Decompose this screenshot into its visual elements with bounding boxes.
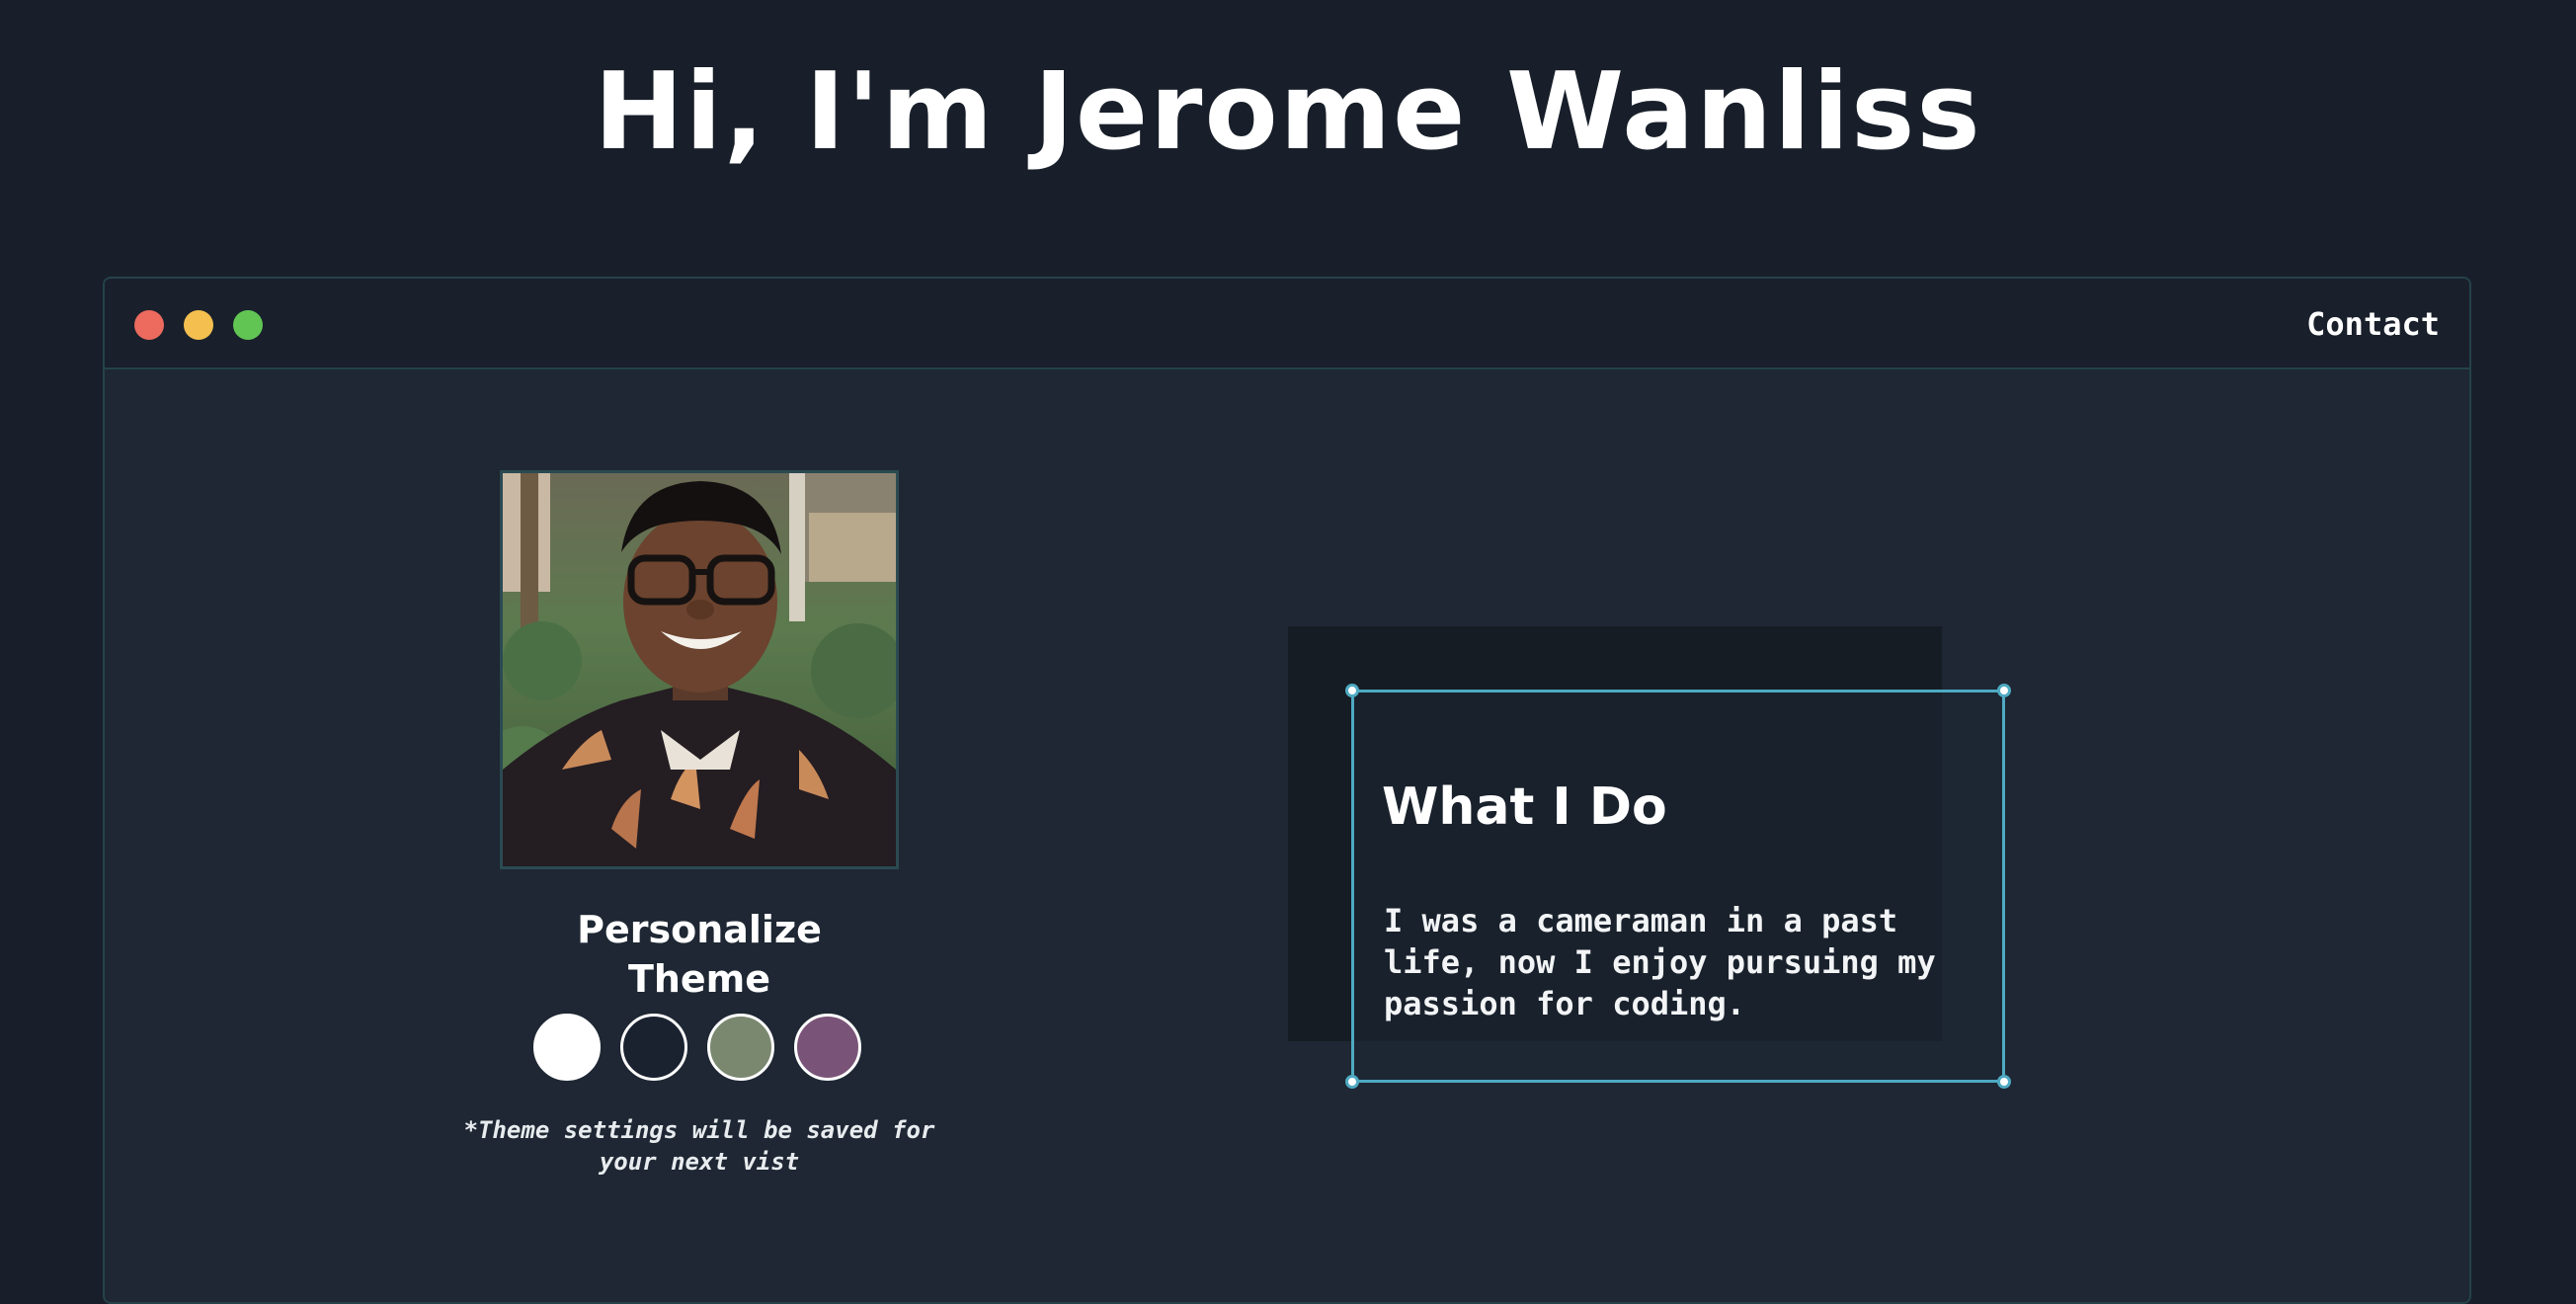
resize-handle-bottom-right[interactable]: [1997, 1075, 2011, 1089]
theme-save-note: *Theme settings will be saved for your n…: [463, 1116, 935, 1176]
contact-link[interactable]: Contact: [2306, 304, 2440, 344]
browser-window: Contact Personalize Theme *Theme setting…: [103, 277, 2471, 1304]
theme-swatch-dark[interactable]: [620, 1014, 687, 1081]
what-i-do-title: What I Do: [1382, 777, 1667, 837]
window-titlebar: Contact: [105, 279, 2469, 369]
close-window-icon[interactable]: [134, 310, 164, 340]
profile-photo: [500, 470, 899, 869]
what-i-do-body: I was a cameraman in a past life, now I …: [1384, 902, 1936, 1022]
resize-handle-bottom-left[interactable]: [1345, 1075, 1359, 1089]
theme-swatches: [533, 1014, 869, 1083]
theme-swatch-plum[interactable]: [794, 1014, 861, 1081]
minimize-window-icon[interactable]: [184, 310, 213, 340]
maximize-window-icon[interactable]: [233, 310, 263, 340]
resize-handle-top-left[interactable]: [1345, 684, 1359, 697]
theme-swatch-sage[interactable]: [707, 1014, 774, 1081]
profile-photo-image: [503, 473, 896, 866]
theme-heading: Personalize Theme: [577, 908, 822, 1001]
theme-swatch-white[interactable]: [533, 1014, 601, 1081]
page-title: Hi, I'm Jerome Wanliss: [594, 50, 1982, 174]
what-i-do-card: What I Do I was a cameraman in a past li…: [1345, 684, 2011, 1089]
resize-handle-top-right[interactable]: [1997, 684, 2011, 697]
